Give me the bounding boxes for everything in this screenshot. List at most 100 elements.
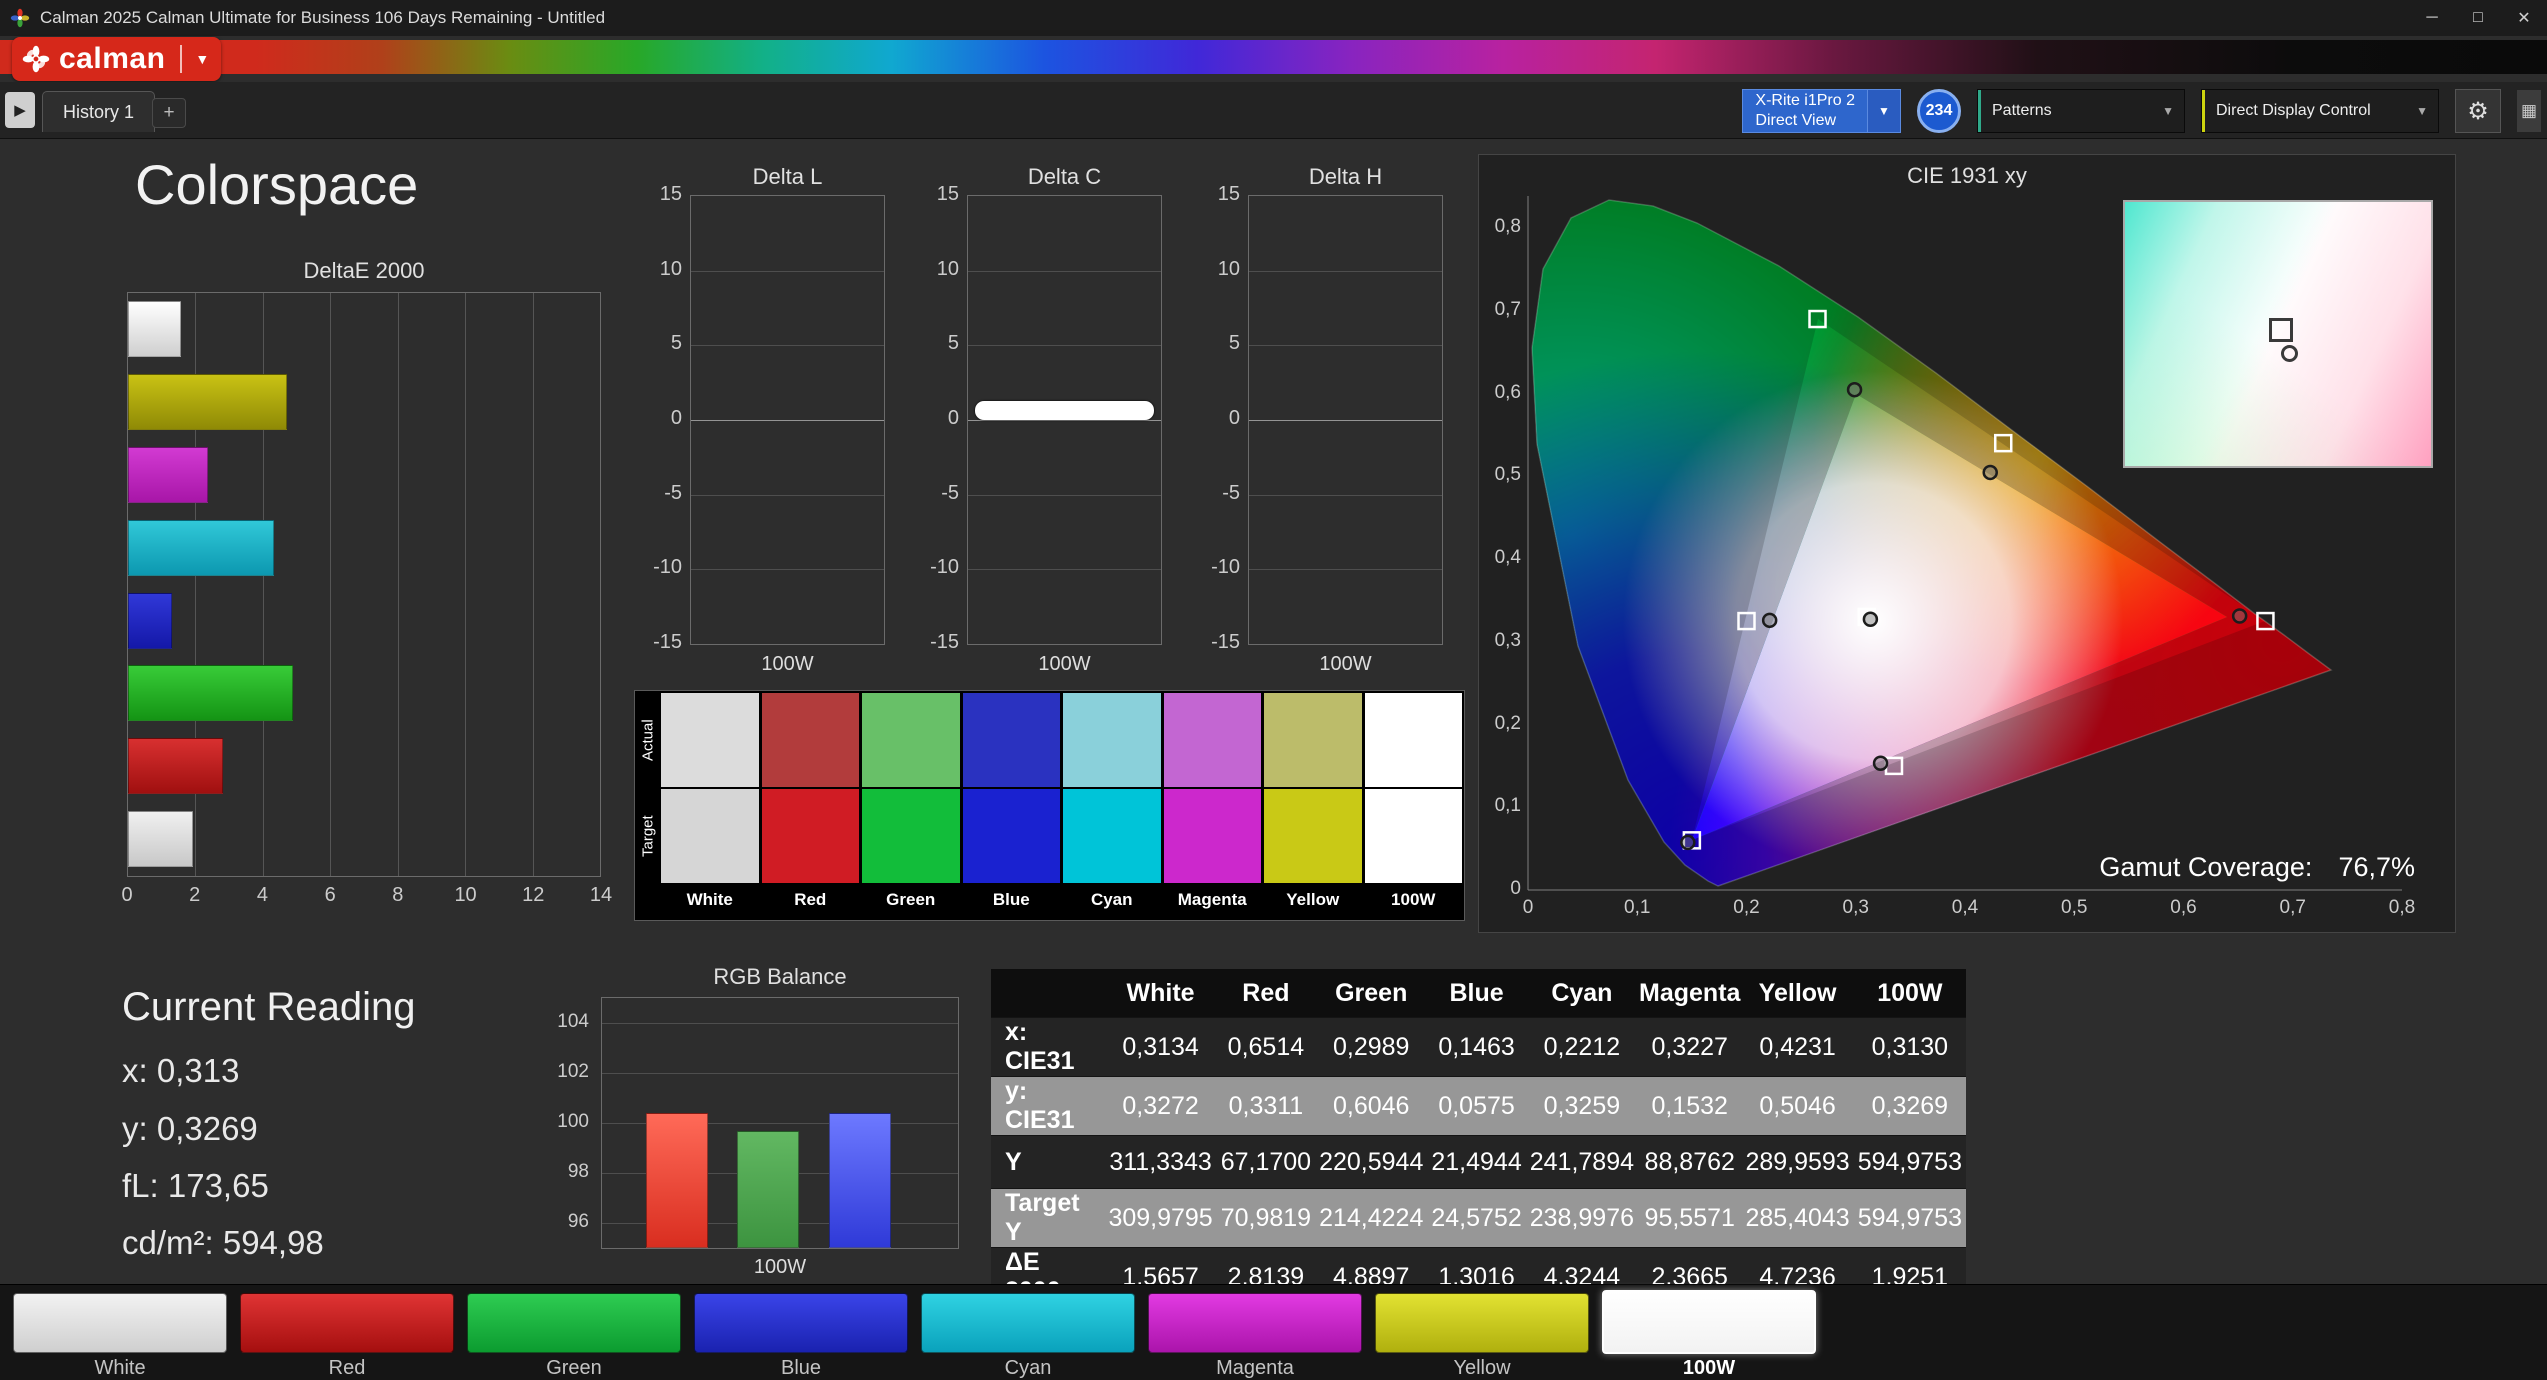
pattern-button-magenta[interactable] (1148, 1293, 1362, 1353)
gridline (691, 494, 884, 496)
reading-cdm2: cd/m²: 594,98 (122, 1224, 324, 1261)
close-button[interactable]: ✕ (2501, 0, 2547, 36)
measured-marker (1846, 381, 1863, 398)
axis-tick-label: 10 (936, 257, 959, 280)
tab-history-1[interactable]: History 1 (42, 91, 156, 132)
results-table: White Red Green Blue Cyan Magenta Yellow 100W x:… (991, 969, 1966, 1307)
sidebar-expander-button[interactable]: ▶ (5, 92, 35, 128)
meter-selector[interactable]: X-Rite i1Pro 2 Direct View ▼ (1742, 89, 1901, 133)
axis-tick-label: -10 (653, 556, 682, 579)
calman-logo-button[interactable]: calman ▼ (12, 37, 222, 81)
patch-actual-swatch (1364, 693, 1462, 787)
rainbow-accent-bar (0, 40, 2547, 74)
add-tab-button[interactable]: + (152, 98, 186, 128)
chevron-down-icon: ▼ (195, 51, 210, 67)
axis-tick-label: 100 (557, 1111, 589, 1132)
deltae-bar-magenta (128, 446, 208, 503)
table-row: x: CIE31 0,3134 0,6514 0,2989 0,1463 0,2212 0,… (991, 1017, 1966, 1077)
deltae-bar-white (128, 301, 181, 357)
minimize-button[interactable]: ─ (2409, 0, 2455, 36)
chevron-down-icon: ▼ (2162, 104, 2174, 118)
patterns-dropdown[interactable]: Patterns ▼ (1977, 89, 2185, 133)
axis-tick-label: 0,6 (2170, 897, 2197, 918)
patch-white: White (661, 693, 759, 920)
pattern-button-label: Yellow (1453, 1357, 1511, 1379)
inset-measured-marker (2281, 344, 2299, 362)
gamut-coverage: Gamut Coverage: 76,7% (1939, 847, 2439, 887)
axis-tick-label: 0,3 (1494, 629, 1521, 651)
color-patches-panel: Actual Target White Red Green Blue Cyan Magen… (634, 690, 1465, 921)
gridline (1249, 270, 1442, 272)
pattern-button-label: Cyan (1004, 1357, 1052, 1379)
patch-actual-swatch (761, 693, 859, 787)
axis-tick-label: -5 (941, 481, 959, 504)
deltae-chart-xaxis: 0 2 4 6 8 10 12 14 (121, 884, 612, 910)
settings-button[interactable]: ⚙ (2455, 89, 2501, 133)
pattern-button-blue[interactable] (694, 1293, 908, 1353)
pattern-button-red[interactable] (240, 1293, 454, 1353)
calman-app: Calman 2025 Calman Ultimate for Business… (0, 0, 2547, 1380)
cie-panel-title: CIE 1931 xy (1907, 163, 2027, 188)
meter-selector-text: X-Rite i1Pro 2 Direct View (1742, 89, 1868, 133)
axis-tick-label: -15 (1211, 631, 1240, 653)
measured-marker (1982, 464, 1998, 481)
pattern-button-white[interactable] (13, 1293, 227, 1353)
patch-label: White (686, 890, 733, 909)
patch-target-swatch (1364, 789, 1462, 883)
rgb-balance-xlabel: 100W (753, 1256, 807, 1278)
gridline (1249, 345, 1442, 347)
pattern-color-buttons: White Red Green Blue Cyan Magenta Yellow 100W (13, 1285, 1843, 1380)
axis-tick-label: 0 (947, 407, 959, 429)
calman-flower-icon (22, 45, 50, 73)
patch-label: 100W (1391, 890, 1436, 909)
measured-marker (2231, 608, 2248, 624)
pattern-button-yellow[interactable] (1375, 1293, 1589, 1353)
patch-actual-swatch (661, 693, 759, 787)
delta-l-title: Delta L (752, 164, 823, 189)
gridline (1249, 494, 1442, 496)
display-control-dropdown[interactable]: Direct Display Control ▼ (2201, 89, 2439, 133)
pattern-button-cyan[interactable] (921, 1293, 1135, 1353)
reading-y: y: 0,3269 (122, 1110, 258, 1147)
axis-tick-label: 0,1 (1494, 795, 1521, 817)
gridline (465, 293, 467, 876)
measured-marker (1680, 834, 1696, 851)
pattern-button-green[interactable] (467, 1293, 681, 1353)
toolbar-right-cluster: X-Rite i1Pro 2 Direct View ▼ 234 Pattern… (1742, 88, 2541, 134)
cie-whitepoint-inset (2123, 200, 2433, 468)
table-header-row: White Red Green Blue Cyan Magenta Yellow 100W (991, 969, 1966, 1018)
meter-count-badge: 234 (1917, 89, 1961, 133)
apps-grid-button[interactable]: ▦ (2517, 90, 2541, 132)
patch-target-swatch (661, 789, 759, 883)
patch-label: Green (886, 890, 936, 909)
deltae-bar-cyan (128, 519, 274, 576)
axis-tick-label: 0,4 (1951, 897, 1979, 918)
axis-tick-label: -10 (930, 556, 959, 579)
patch-target-swatch (761, 789, 859, 883)
pattern-button-100w[interactable] (1602, 1290, 1816, 1354)
deltae-chart-title: DeltaE 2000 (303, 258, 425, 283)
maximize-button[interactable]: □ (2455, 0, 2501, 36)
gridline (968, 345, 1161, 347)
axis-tick-label: 0,6 (1494, 381, 1521, 403)
bottom-bar: WhiteRedGreenBlueCyanMagentaYellow100W Λ… (0, 1284, 2547, 1380)
pattern-button-label: White (94, 1357, 146, 1379)
pattern-button-label: Red (328, 1357, 366, 1379)
rgb-bar-blue (828, 1113, 891, 1248)
current-reading-title: Current Reading (122, 985, 416, 1029)
toolbar: ▶ History 1 + X-Rite i1Pro 2 Direct View… (0, 82, 2547, 139)
patch-yellow: Yellow (1264, 693, 1362, 920)
axis-tick-label: 8 (392, 884, 404, 906)
axis-tick-label: 0 (121, 884, 133, 906)
axis-tick-label: 2 (189, 884, 201, 906)
gridline (532, 293, 534, 876)
axis-tick-label: -10 (1211, 556, 1240, 579)
table-row: Y 311,3343 67,1700 220,5944 21,4944 241,7894 8… (991, 1135, 1966, 1189)
deltae-bar-red (128, 738, 223, 795)
calman-wordmark: calman (59, 42, 166, 75)
meter-dropdown-chevron-icon[interactable]: ▼ (1868, 89, 1901, 133)
gridline (968, 569, 1161, 571)
gridline (968, 494, 1161, 496)
axis-tick-label: 0 (1522, 897, 1534, 918)
axis-tick-label: 102 (557, 1061, 589, 1082)
